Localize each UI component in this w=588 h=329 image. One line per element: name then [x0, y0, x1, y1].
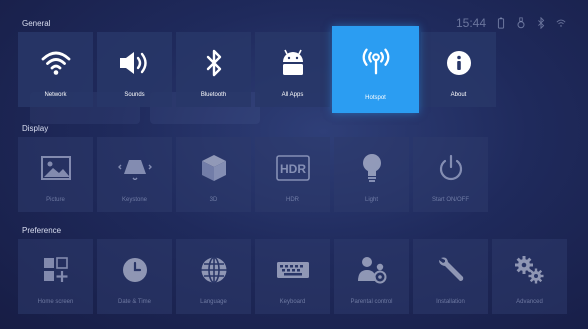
- tile-label: Network: [44, 92, 67, 98]
- tile-all-apps[interactable]: All Apps: [255, 32, 330, 107]
- bluetooth-status-icon: [538, 17, 545, 29]
- tile-label: Advanced: [516, 299, 543, 305]
- tile-label: Keystone: [121, 197, 148, 203]
- tile-start-on-off[interactable]: Start ON/OFF: [413, 137, 488, 212]
- tile-label: Date & Time: [117, 299, 151, 305]
- tile-label: Bluetooth: [200, 92, 227, 98]
- tile-label: Light: [364, 197, 378, 203]
- keyboard-icon: [276, 253, 310, 287]
- tile-label: Language: [200, 299, 227, 305]
- info-icon: [442, 46, 476, 80]
- tile-label: Picture: [46, 197, 65, 203]
- tile-label: HDR: [286, 197, 299, 203]
- tile-3d[interactable]: 3D: [176, 137, 251, 212]
- tile-hdr[interactable]: HDR HDR: [255, 137, 330, 212]
- tile-language[interactable]: Language: [176, 239, 251, 314]
- power-icon: [434, 151, 468, 185]
- parental-icon: [355, 253, 389, 287]
- tile-label: All Apps: [281, 92, 304, 98]
- tile-label: About: [450, 92, 467, 98]
- tile-label: Hotspot: [365, 95, 386, 101]
- tile-bluetooth[interactable]: Bluetooth: [176, 32, 251, 107]
- tile-label: Parental control: [350, 299, 393, 305]
- tile-about[interactable]: About: [421, 32, 496, 107]
- section-label-preference: Preference: [22, 226, 62, 235]
- bulb-icon: [355, 151, 389, 185]
- preference-row: Home screen Date & Time Language Keyboar…: [18, 239, 567, 314]
- picture-icon: [39, 151, 73, 185]
- section-label-display: Display: [22, 124, 49, 133]
- wrench-icon: [434, 253, 468, 287]
- battery-icon: [497, 17, 505, 29]
- grid-add-icon: [39, 253, 73, 287]
- general-row: Network Sounds Bluetooth All Apps Hotspo…: [18, 26, 496, 113]
- speaker-icon: [118, 46, 152, 80]
- tile-label: Keyboard: [279, 299, 306, 305]
- tile-picture[interactable]: Picture: [18, 137, 93, 212]
- tile-label: Home screen: [37, 299, 74, 305]
- clock-icon: [118, 253, 152, 287]
- tile-keystone[interactable]: Keystone: [97, 137, 172, 212]
- clock-readout: 15:44: [455, 16, 486, 30]
- tile-keyboard[interactable]: Keyboard: [255, 239, 330, 314]
- display-row: Picture Keystone 3D HDR HDR Light Start …: [18, 137, 488, 212]
- svg-text:HDR: HDR: [280, 162, 306, 176]
- usb-icon: [517, 17, 525, 29]
- keystone-icon: [117, 151, 152, 185]
- android-icon: [276, 46, 310, 80]
- tile-light[interactable]: Light: [334, 137, 409, 212]
- hotspot-icon: [359, 44, 393, 78]
- tile-network[interactable]: Network: [18, 32, 93, 107]
- tile-parental-control[interactable]: Parental control: [334, 239, 409, 314]
- tile-advanced[interactable]: Advanced: [492, 239, 567, 314]
- tile-installation[interactable]: Installation: [413, 239, 488, 314]
- wifi-status-icon: [556, 19, 566, 27]
- tile-label: Sounds: [124, 92, 145, 98]
- settings-screen: 15:44 General Network Sounds Bluetooth A…: [0, 0, 588, 329]
- status-bar: 15:44: [456, 16, 566, 30]
- tile-home-screen[interactable]: Home screen: [18, 239, 93, 314]
- section-label-general: General: [22, 19, 51, 28]
- wifi-icon: [39, 46, 73, 80]
- tile-date-time[interactable]: Date & Time: [97, 239, 172, 314]
- cube-icon: [197, 151, 231, 185]
- tile-sounds[interactable]: Sounds: [97, 32, 172, 107]
- tile-label: Start ON/OFF: [431, 197, 469, 203]
- gears-icon: [513, 253, 547, 287]
- tile-label: 3D: [209, 197, 218, 203]
- hdr-icon: HDR: [275, 151, 310, 185]
- globe-icon: [197, 253, 231, 287]
- tile-hotspot[interactable]: Hotspot: [332, 26, 419, 113]
- tile-label: Installation: [436, 299, 465, 305]
- bluetooth-icon: [197, 46, 231, 80]
